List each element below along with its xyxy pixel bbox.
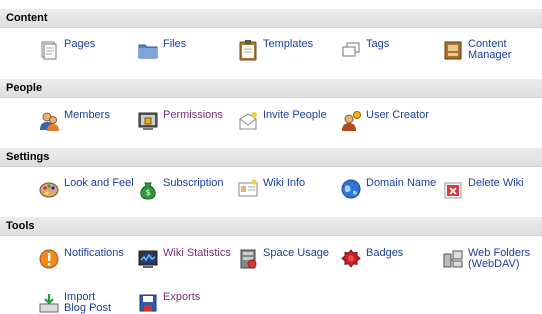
- svg-text:$: $: [145, 188, 150, 197]
- content-manager-icon: [444, 41, 462, 60]
- import-icon: [39, 294, 59, 313]
- item-files[interactable]: Files: [137, 39, 186, 61]
- section-header-content: Content: [0, 9, 542, 28]
- files-label: Files: [163, 38, 187, 50]
- pages-icon: [41, 41, 57, 60]
- item-delete-wiki[interactable]: Delete Wiki: [442, 178, 524, 200]
- content-manager-label: Content Manager: [468, 38, 512, 61]
- members-icon: [40, 112, 59, 131]
- item-subscription[interactable]: $ Subscription: [137, 178, 224, 200]
- folder-icon: [138, 44, 158, 59]
- item-tags[interactable]: Tags: [340, 39, 389, 61]
- clipboard-icon: [239, 40, 257, 61]
- permissions-label: Permissions: [163, 109, 223, 121]
- notification-icon: [39, 249, 59, 269]
- item-permissions[interactable]: Permissions: [137, 110, 223, 132]
- pages-label: Pages: [64, 38, 96, 50]
- wiki-statistics-label: Wiki Statistics: [163, 247, 231, 259]
- templates-label: Templates: [263, 38, 314, 50]
- invite-people-label: Invite People: [263, 109, 327, 121]
- exports-label: Exports: [163, 291, 201, 303]
- section-people: People Members Permissions Invite People…: [0, 79, 542, 141]
- item-invite-people[interactable]: Invite People: [237, 110, 327, 132]
- item-import-blog-post[interactable]: Import Blog Post: [38, 292, 111, 314]
- statistics-icon: [138, 250, 158, 268]
- item-space-usage[interactable]: Space Usage: [237, 248, 329, 270]
- notifications-label: Notifications: [64, 247, 124, 259]
- web-folders-label: Web Folders (WebDAV): [468, 247, 531, 270]
- user-creator-icon: [342, 111, 361, 131]
- item-notifications[interactable]: Notifications: [38, 248, 124, 270]
- id-card-icon: [238, 179, 258, 197]
- item-templates[interactable]: Templates: [237, 39, 313, 61]
- tags-icon: [342, 42, 360, 57]
- import-blog-post-label: Import Blog Post: [64, 291, 112, 314]
- item-domain-name[interactable]: Domain Name: [340, 178, 436, 200]
- item-look-and-feel[interactable]: Look and Feel: [38, 178, 134, 200]
- section-header-people: People: [0, 79, 542, 98]
- item-wiki-statistics[interactable]: Wiki Statistics: [137, 248, 231, 270]
- money-bag-icon: $: [140, 182, 156, 200]
- item-exports[interactable]: Exports: [137, 292, 200, 314]
- item-badges[interactable]: Badges: [340, 248, 403, 270]
- web-folders-icon: [443, 250, 463, 268]
- item-web-folders[interactable]: Web Folders (WebDAV): [442, 248, 530, 270]
- wiki-info-label: Wiki Info: [263, 177, 306, 189]
- user-creator-label: User Creator: [366, 109, 429, 121]
- members-label: Members: [64, 109, 110, 121]
- domain-name-label: Domain Name: [366, 177, 437, 189]
- section-header-settings: Settings: [0, 148, 542, 167]
- palette-icon: [39, 182, 59, 198]
- section-content: Content Pages Files Templates Tags Conte…: [0, 9, 542, 75]
- permissions-icon: [138, 112, 158, 130]
- globe-icon: [341, 179, 361, 199]
- space-usage-label: Space Usage: [263, 247, 330, 259]
- delete-icon: [444, 182, 462, 199]
- item-content-manager[interactable]: Content Manager: [442, 39, 511, 61]
- space-usage-icon: [240, 249, 257, 269]
- item-members[interactable]: Members: [38, 110, 110, 132]
- item-user-creator[interactable]: User Creator: [340, 110, 429, 132]
- exports-icon: [139, 294, 157, 312]
- badge-icon: [341, 249, 361, 268]
- section-settings: Settings Look and Feel $ Subscription Wi…: [0, 148, 542, 210]
- delete-wiki-label: Delete Wiki: [468, 177, 524, 189]
- item-wiki-info[interactable]: Wiki Info: [237, 178, 305, 200]
- look-and-feel-label: Look and Feel: [64, 177, 134, 189]
- item-pages[interactable]: Pages: [38, 39, 95, 61]
- subscription-label: Subscription: [163, 177, 224, 189]
- section-header-tools: Tools: [0, 217, 542, 236]
- tags-label: Tags: [366, 38, 390, 50]
- badges-label: Badges: [366, 247, 404, 259]
- section-tools: Tools Notifications Wiki Statistics Spac…: [0, 217, 542, 314]
- invite-icon: [239, 112, 257, 130]
